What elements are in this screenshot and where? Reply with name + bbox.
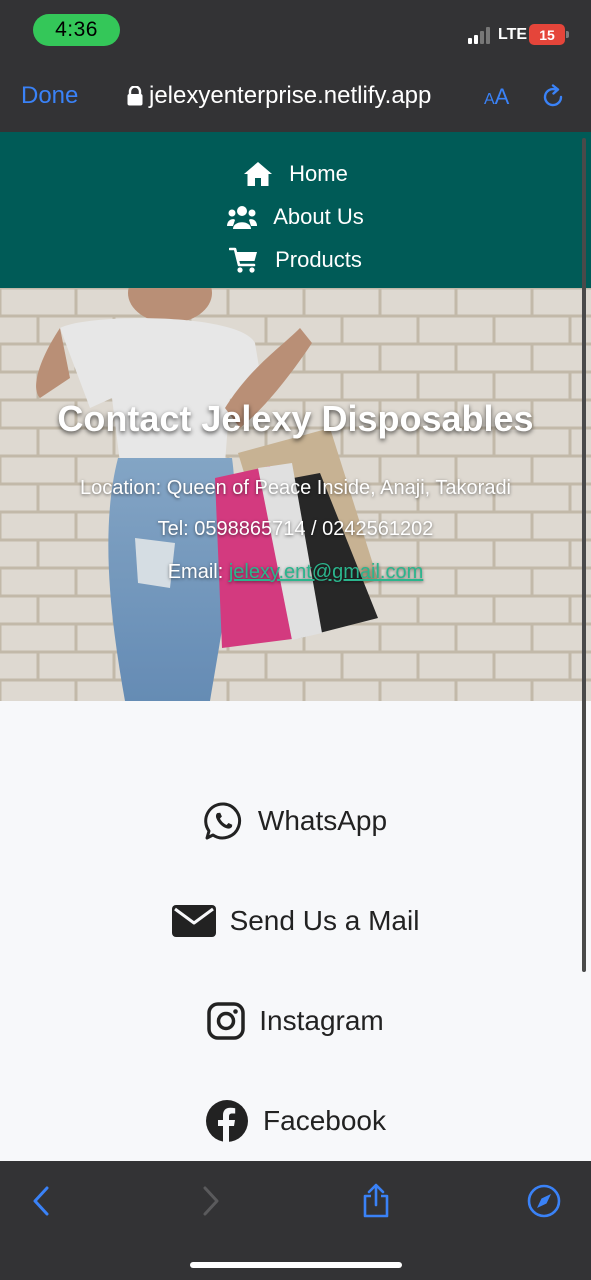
location-text: Location: Queen of Peace Inside, Anaji, … [79,477,512,499]
battery-level: 15 [539,26,555,43]
send-mail-label: Send Us a Mail [229,905,420,936]
cellular-signal-icon [468,27,490,44]
phone-text: Tel: 0598865714 / 0242561202 [157,518,434,540]
send-mail-link[interactable]: Send Us a Mail [0,896,591,946]
nav-item-products[interactable]: Products [0,240,591,280]
web-content[interactable]: Home About Us Products Contact Jelexy Di… [0,132,591,1161]
battery-icon: 15 [529,24,565,45]
compass-icon[interactable] [526,1183,562,1219]
status-bar: 4:36 LTE 15 [0,0,591,62]
browser-bar: Done jelexyenterprise.netlify.app AA [0,62,591,132]
whatsapp-link[interactable]: WhatsApp [0,796,591,846]
lock-icon [127,86,143,106]
facebook-label: Facebook [263,1105,386,1136]
done-button[interactable]: Done [21,82,78,110]
instagram-label: Instagram [259,1005,384,1036]
battery-tip [566,31,569,38]
facebook-link[interactable]: Facebook [0,1096,591,1146]
site-nav: Home About Us Products [0,132,591,288]
text-size-small-label: A [484,91,495,108]
hero-title: Contact Jelexy Disposables [57,398,534,439]
share-icon[interactable] [358,1183,394,1219]
cart-icon [229,247,258,273]
forward-icon[interactable] [193,1183,229,1219]
instagram-icon [207,1002,245,1040]
whatsapp-icon [204,802,241,840]
users-icon [227,206,258,229]
nav-products-label: Products [275,247,362,272]
text-size-large-label: A [494,84,510,109]
email-prefix: Email: [167,561,229,583]
network-type: LTE [498,26,528,43]
home-icon [244,162,273,186]
nav-about-label: About Us [273,204,364,229]
envelope-icon [171,905,216,937]
back-icon[interactable] [23,1183,59,1219]
nav-home-label: Home [289,161,348,186]
reload-icon[interactable] [540,84,566,110]
scrollbar[interactable] [582,138,586,972]
url-text: jelexyenterprise.netlify.app [149,82,432,109]
nav-item-about[interactable]: About Us [0,197,591,237]
nav-item-home[interactable]: Home [0,154,591,194]
email-line: Email: jelexy.ent@gmail.com [0,561,591,584]
instagram-link[interactable]: Instagram [0,996,591,1046]
home-indicator [190,1262,402,1268]
status-time: 4:36 [33,14,120,46]
facebook-icon [206,1100,249,1143]
address-bar[interactable]: jelexyenterprise.netlify.app [127,82,431,110]
email-link[interactable]: jelexy.ent@gmail.com [229,561,423,583]
whatsapp-label: WhatsApp [257,805,388,836]
contact-hero: Contact Jelexy Disposables Location: Que… [0,288,591,701]
text-size-button[interactable]: AA [484,84,509,110]
